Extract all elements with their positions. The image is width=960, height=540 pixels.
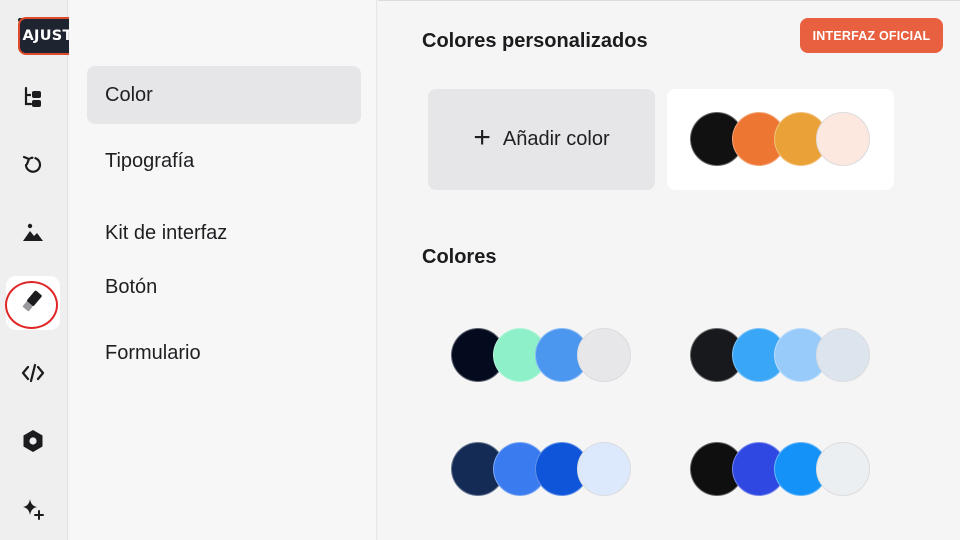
settings-menu: Color Tipografía Kit de interfaz Botón F… (69, 0, 377, 540)
color-swatch (816, 112, 870, 166)
add-color-label: Añadir color (502, 128, 610, 150)
palette-option[interactable] (451, 442, 633, 496)
code-icon (20, 360, 46, 391)
menu-item-typography[interactable]: Tipografía (87, 132, 361, 190)
custom-palette-swatches (690, 112, 872, 166)
icon-rail (0, 0, 68, 540)
palette-option[interactable] (690, 442, 872, 496)
menu-item-color[interactable]: Color (87, 66, 361, 124)
palette-option[interactable] (690, 328, 872, 382)
official-interface-button[interactable]: INTERFAZ OFICIAL (800, 18, 943, 53)
code-button[interactable] (6, 348, 60, 402)
menu-item-button[interactable]: Botón (87, 258, 361, 316)
plugins-button[interactable] (6, 416, 60, 470)
structure-button[interactable] (6, 72, 60, 126)
color-swatch (577, 442, 631, 496)
palette-option[interactable] (451, 328, 633, 382)
highlight-ring (5, 281, 58, 329)
menu-item-form[interactable]: Formulario (87, 324, 361, 382)
history-button[interactable] (6, 140, 60, 194)
image-icon (20, 220, 46, 251)
history-icon (20, 152, 46, 183)
plus-icon: + (473, 121, 491, 154)
custom-palette-card[interactable] (667, 89, 894, 190)
color-swatch (816, 442, 870, 496)
color-swatch (816, 328, 870, 382)
add-color-button[interactable]: + Añadir color (428, 89, 655, 190)
color-swatch (577, 328, 631, 382)
menu-heading-ui-kit: Kit de interfaz (105, 222, 228, 244)
sparkles-icon (20, 496, 46, 527)
media-button[interactable] (6, 208, 60, 262)
custom-colors-title: Colores personalizados (422, 30, 648, 52)
ai-button[interactable] (6, 484, 60, 538)
hexagon-icon (20, 428, 46, 459)
colors-title: Colores (422, 246, 497, 268)
structure-icon (20, 84, 46, 115)
